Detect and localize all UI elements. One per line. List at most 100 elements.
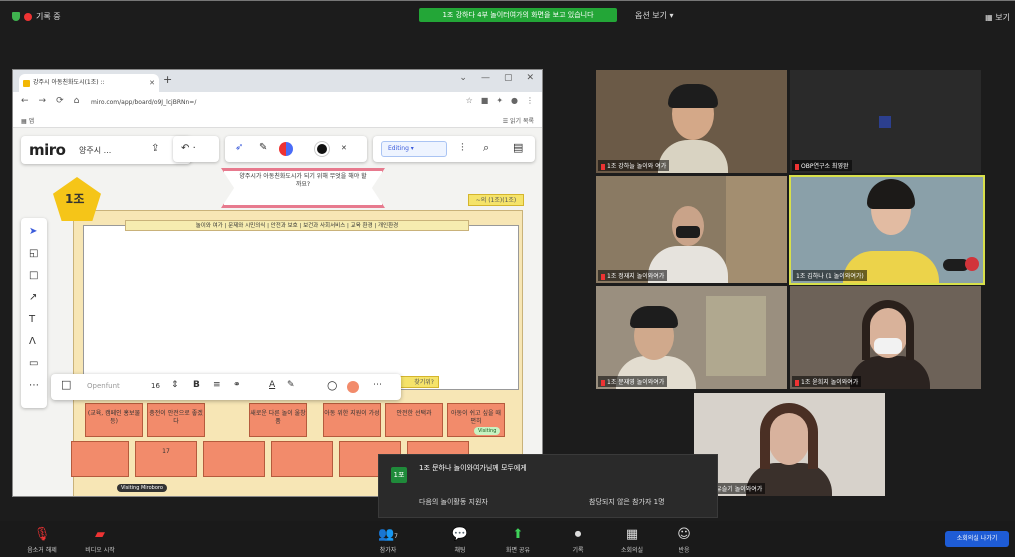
settings-sliders-icon[interactable]: ⫶ bbox=[461, 141, 464, 155]
text-tool-icon[interactable]: T bbox=[29, 314, 35, 325]
forward-icon[interactable]: → bbox=[39, 96, 47, 106]
editing-dropdown[interactable]: Editing ▾ bbox=[381, 141, 447, 157]
sticky-note[interactable] bbox=[71, 441, 129, 477]
leave-breakout-button[interactable]: 소회의실 나가기 bbox=[945, 531, 1009, 547]
url-field[interactable]: miro.com/app/board/o9J_lcjBRNn=/ bbox=[85, 96, 435, 110]
participant-name-text: 1조 정재지 놀이와여가 bbox=[607, 273, 665, 280]
maximize-icon[interactable]: ▢ bbox=[504, 73, 513, 83]
participants-button[interactable]: 👥7 참가자 bbox=[366, 527, 410, 554]
board-name[interactable]: 양주시 ... bbox=[79, 145, 111, 156]
undo-redo-group: ↶ · bbox=[173, 136, 219, 162]
font-size-field[interactable]: 16 bbox=[151, 382, 160, 390]
chat-notification[interactable]: 1포 1조 문하나 놀이와여가님께 모두에게 다음의 놀이활동 지원자 참당되지… bbox=[378, 454, 718, 518]
breakout-button[interactable]: ▦ 소회의실 bbox=[610, 527, 654, 554]
more-avatars-icon[interactable]: ✕ bbox=[341, 144, 347, 152]
star-icon[interactable]: ☆ bbox=[466, 96, 473, 105]
video-tile[interactable]: 1조 정재지 놀이와여가 bbox=[596, 176, 787, 283]
video-tile[interactable]: 1조 강하늘 놀이와 여가 bbox=[596, 70, 787, 173]
participant-name-text: 1조 김하나 (1 놀이와여가) bbox=[796, 273, 864, 280]
search-icon[interactable]: ⌕ bbox=[483, 141, 489, 155]
redo-icon[interactable]: · bbox=[193, 143, 196, 154]
browser-tab[interactable]: 강주시 아동친화도시(1조) :: ✕ bbox=[19, 74, 159, 92]
participant-name: 1조 김하나 (1 놀이와여가) bbox=[793, 270, 867, 281]
sticky-note[interactable]: 새로운 다른 놀이 울창품 bbox=[249, 403, 307, 437]
collaborator-cursor: Visiting Miroboro bbox=[117, 484, 167, 492]
checkbox-icon[interactable]: □ bbox=[61, 378, 71, 391]
notification-title: 1조 문하나 놀이와여가님께 모두에게 bbox=[419, 464, 527, 472]
shape-tool-icon[interactable]: □ bbox=[29, 270, 38, 281]
reading-list[interactable]: ☰ 읽기 목록 bbox=[503, 116, 534, 125]
sticky-note[interactable]: 충전이 안전으로 좋겠다 bbox=[147, 403, 205, 437]
address-bar-row: ← → ⟳ ⌂ miro.com/app/board/o9J_lcjBRNn=/… bbox=[13, 92, 542, 114]
meeting-status: 기록 중 bbox=[12, 11, 61, 22]
puzzle-icon[interactable]: ✦ bbox=[496, 96, 503, 105]
video-tile[interactable]: OBP연구소 최영완 bbox=[790, 70, 981, 173]
chat-button[interactable]: 💬 채팅 bbox=[438, 527, 482, 554]
more-options-icon[interactable]: ⋯ bbox=[373, 380, 382, 390]
avatar[interactable] bbox=[279, 142, 293, 156]
extension-icon[interactable]: ■ bbox=[481, 96, 489, 105]
participant-hair bbox=[760, 403, 818, 469]
apps-bookmark[interactable]: ▦ 앱 bbox=[21, 116, 34, 125]
tab-close-icon[interactable]: ✕ bbox=[149, 74, 155, 92]
participant-name-text: OBP연구소 최영완 bbox=[801, 163, 849, 170]
user-avatar[interactable] bbox=[315, 142, 329, 156]
participant-name-text: 1조 윤희지 놀이와여가 bbox=[801, 379, 859, 386]
participant-name-text: 1조 강하늘 놀이와 여가 bbox=[607, 163, 667, 170]
sticky-note[interactable]: 17 bbox=[135, 441, 197, 477]
board-inner-area bbox=[83, 225, 519, 390]
comment-tool-icon[interactable]: ▭ bbox=[29, 358, 38, 369]
undo-icon[interactable]: ↶ bbox=[181, 143, 189, 154]
select-tool-icon[interactable]: ➤ bbox=[29, 226, 37, 237]
font-picker[interactable]: Openfunt bbox=[87, 382, 120, 390]
font-color-icon[interactable]: A bbox=[269, 380, 275, 390]
miro-board-bar: miro 양주시 ... ⇪ bbox=[21, 136, 191, 164]
home-icon[interactable]: ⌂ bbox=[74, 96, 80, 106]
muted-mic-icon bbox=[795, 379, 799, 386]
pen-tool-icon[interactable]: Λ bbox=[29, 336, 36, 347]
new-tab-button[interactable]: + bbox=[163, 73, 172, 86]
video-tile[interactable]: 1조 유슬기 놀이와여가 bbox=[694, 393, 885, 496]
more-tools-icon[interactable]: ⋯ bbox=[29, 380, 39, 391]
tab-search-icon[interactable]: ⌄ bbox=[459, 73, 467, 83]
nav-buttons: ← → ⟳ ⌂ bbox=[21, 96, 79, 106]
pen-icon[interactable]: ✎ bbox=[259, 142, 267, 153]
cursor-icon[interactable]: ➶ bbox=[235, 142, 243, 153]
record-button[interactable]: ⏺ 기록 bbox=[556, 527, 600, 554]
view-options-button[interactable]: 옵션 보기 ▾ bbox=[635, 10, 674, 21]
fill-color-icon[interactable] bbox=[347, 381, 359, 393]
share-screen-button[interactable]: ⬆ 화면 공유 bbox=[496, 527, 540, 554]
menu-icon[interactable]: ⋮ bbox=[526, 96, 534, 105]
link-icon[interactable]: ⚭ bbox=[233, 380, 241, 390]
video-tile[interactable]: 1조 윤희지 놀이와여가 bbox=[790, 286, 981, 389]
video-button[interactable]: ▰ 비디오 시작 bbox=[78, 527, 122, 554]
sticky-note[interactable] bbox=[203, 441, 265, 477]
sticky-note[interactable]: ~의 (1조)(1조) bbox=[468, 194, 524, 206]
sticky-note[interactable]: 아동 위한 지원이 가성 bbox=[323, 403, 381, 437]
miro-canvas[interactable]: miro 양주시 ... ⇪ ↶ · ➶ ✎ ✕ Editing ▾ ⫶ ⌕ ▤ bbox=[13, 128, 542, 496]
align-icon[interactable]: ≡ bbox=[213, 380, 221, 390]
sticky-tool-icon[interactable]: ◱ bbox=[29, 248, 38, 259]
line-tool-icon[interactable]: ↗ bbox=[29, 292, 37, 303]
minimize-icon[interactable]: — bbox=[481, 73, 490, 83]
close-window-icon[interactable]: ✕ bbox=[526, 73, 534, 83]
view-button[interactable]: ▦ 보기 bbox=[985, 12, 1010, 23]
export-icon[interactable]: ⇪ bbox=[151, 143, 159, 154]
video-tile-active-speaker[interactable]: 1조 김하나 (1 놀이와여가) bbox=[789, 175, 985, 285]
reactions-button[interactable]: ☺ 반응 bbox=[662, 527, 706, 554]
sticky-note[interactable]: 안전한 선택과 bbox=[385, 403, 443, 437]
highlighter-icon[interactable]: ✎ bbox=[287, 380, 295, 390]
bold-icon[interactable]: B bbox=[193, 380, 200, 390]
back-icon[interactable]: ← bbox=[21, 96, 29, 106]
notes-icon[interactable]: ▤ bbox=[513, 141, 523, 154]
shape-outline-icon[interactable]: ○ bbox=[327, 378, 337, 392]
mute-button[interactable]: 🎙 음소거 해제 bbox=[20, 527, 64, 554]
video-tile[interactable]: 1조 문재영 놀이와여가 bbox=[596, 286, 787, 389]
reactions-icon: ☺ bbox=[677, 527, 691, 542]
sticky-note[interactable] bbox=[271, 441, 333, 477]
sticky-note[interactable]: (교육, 캠페인 홍보물 등) bbox=[85, 403, 143, 437]
security-shield-icon bbox=[12, 12, 20, 21]
reload-icon[interactable]: ⟳ bbox=[56, 96, 64, 106]
profile-icon[interactable]: ● bbox=[511, 96, 518, 105]
size-stepper-icon[interactable]: ⇕ bbox=[171, 380, 179, 390]
